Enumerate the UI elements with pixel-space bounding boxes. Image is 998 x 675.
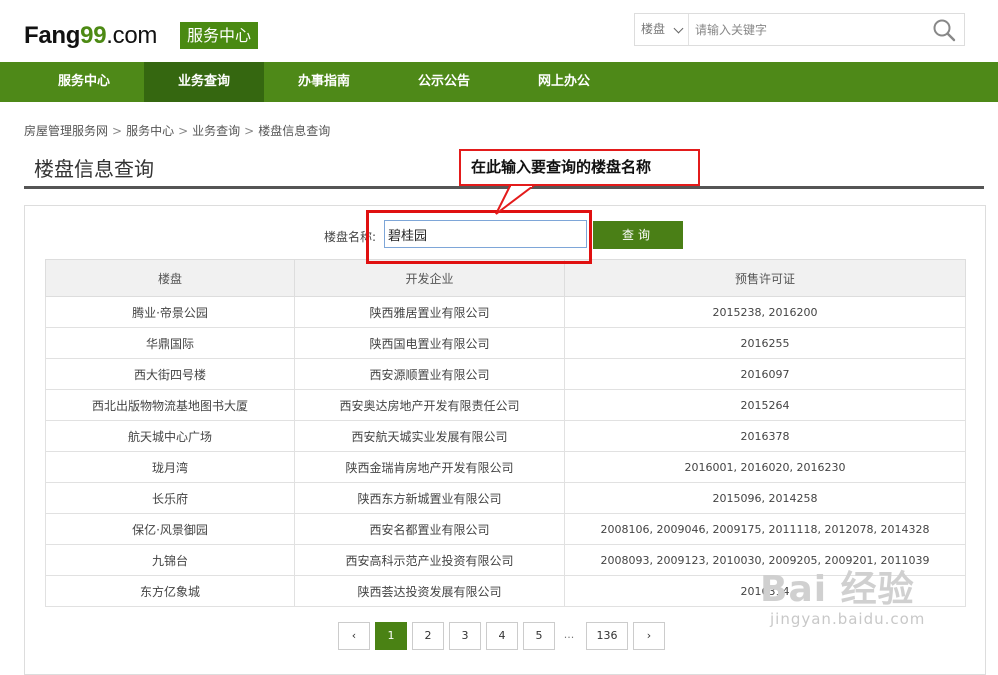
table-row: 西北出版物物流基地图书大厦 西安奥达房地产开发有限责任公司 2015264 bbox=[45, 389, 966, 421]
cell-developer: 西安源顺置业有限公司 bbox=[294, 358, 565, 390]
cell-property[interactable]: 长乐府 bbox=[45, 482, 295, 514]
cell-property[interactable]: 西大街四号楼 bbox=[45, 358, 295, 390]
nav-item-online-office[interactable]: 网上办公 bbox=[504, 62, 624, 102]
cell-license: 2016378 bbox=[564, 420, 966, 452]
cell-developer: 陕西金瑞肯房地产开发有限公司 bbox=[294, 451, 565, 483]
page-button-5[interactable]: 5 bbox=[523, 622, 555, 650]
cell-property[interactable]: 西北出版物物流基地图书大厦 bbox=[45, 389, 295, 421]
pagination-ellipsis: ... bbox=[558, 622, 580, 650]
nav-item-business-query[interactable]: 业务查询 bbox=[144, 62, 264, 102]
page-button-1[interactable]: 1 bbox=[375, 622, 407, 650]
cell-property[interactable]: 东方亿象城 bbox=[45, 575, 295, 607]
table-header-row: 楼盘 开发企业 预售许可证 bbox=[45, 259, 966, 297]
cell-license: 2016001, 2016020, 2016230 bbox=[564, 451, 966, 483]
table-row: 长乐府 陕西东方新城置业有限公司 2015096, 2014258 bbox=[45, 482, 966, 514]
table-row: 珑月湾 陕西金瑞肯房地产开发有限公司 2016001, 2016020, 20162… bbox=[45, 451, 966, 483]
cell-license: 2008106, 2009046, 2009175, 2011118, 2012… bbox=[564, 513, 966, 545]
next-page-button[interactable]: › bbox=[633, 622, 665, 650]
cell-license: 2016255 bbox=[564, 327, 966, 359]
page-button-4[interactable]: 4 bbox=[486, 622, 518, 650]
cell-license: 2015096, 2014258 bbox=[564, 482, 966, 514]
page-button-2[interactable]: 2 bbox=[412, 622, 444, 650]
nav-item-announcements[interactable]: 公示公告 bbox=[384, 62, 504, 102]
table-row: 腾业·帝景公园 陕西雅居置业有限公司 2015238, 2016200 bbox=[45, 296, 966, 328]
nav-item-service-center[interactable]: 服务中心 bbox=[24, 62, 144, 102]
cell-developer: 陕西雅居置业有限公司 bbox=[294, 296, 565, 328]
page-button-last[interactable]: 136 bbox=[586, 622, 628, 650]
page-button-3[interactable]: 3 bbox=[449, 622, 481, 650]
search-icon[interactable] bbox=[932, 18, 956, 42]
baidu-watermark: Bai 经验 jingyan.baidu.com bbox=[760, 560, 925, 628]
column-header-property: 楼盘 bbox=[45, 259, 295, 297]
input-highlight-box bbox=[366, 210, 592, 264]
cell-property[interactable]: 华鼎国际 bbox=[45, 327, 295, 359]
main-nav: 服务中心 业务查询 办事指南 公示公告 网上办公 bbox=[0, 62, 998, 102]
table-row: 保亿·风景御园 西安名都置业有限公司 2008106, 2009046, 20091… bbox=[45, 513, 966, 545]
cell-developer: 西安名都置业有限公司 bbox=[294, 513, 565, 545]
watermark-logo: Bai 经验 bbox=[760, 569, 915, 610]
search-category-label: 楼盘 bbox=[641, 22, 666, 36]
logo-number: 99 bbox=[80, 22, 107, 49]
nav-item-guide[interactable]: 办事指南 bbox=[264, 62, 384, 102]
cell-license: 2015264 bbox=[564, 389, 966, 421]
cell-developer: 陕西国电置业有限公司 bbox=[294, 327, 565, 359]
site-header: Fang99.com 服务中心 楼盘 bbox=[0, 0, 998, 62]
title-divider bbox=[24, 186, 984, 189]
cell-developer: 陕西东方新城置业有限公司 bbox=[294, 482, 565, 514]
cell-property[interactable]: 腾业·帝景公园 bbox=[45, 296, 295, 328]
breadcrumb-service-center[interactable]: 服务中心 bbox=[126, 124, 174, 138]
cell-license: 2015238, 2016200 bbox=[564, 296, 966, 328]
cell-developer: 陕西荟达投资发展有限公司 bbox=[294, 575, 565, 607]
logo-prefix: Fang bbox=[24, 22, 81, 49]
breadcrumb-separator: > bbox=[112, 124, 123, 138]
breadcrumb-business-query[interactable]: 业务查询 bbox=[192, 124, 240, 138]
cell-developer: 西安航天城实业发展有限公司 bbox=[294, 420, 565, 452]
breadcrumb-separator: > bbox=[178, 124, 189, 138]
header-search: 楼盘 bbox=[634, 13, 965, 46]
prev-page-button[interactable]: ‹ bbox=[338, 622, 370, 650]
page-title: 楼盘信息查询 bbox=[34, 157, 154, 181]
cell-property[interactable]: 航天城中心广场 bbox=[45, 420, 295, 452]
annotation-callout: 在此输入要查询的楼盘名称 bbox=[459, 149, 700, 186]
search-category-select[interactable]: 楼盘 bbox=[635, 14, 689, 45]
breadcrumb: 房屋管理服务网 > 服务中心 > 业务查询 > 楼盘信息查询 bbox=[24, 122, 330, 139]
cell-developer: 西安高科示范产业投资有限公司 bbox=[294, 544, 565, 576]
cell-property[interactable]: 九锦台 bbox=[45, 544, 295, 576]
service-center-badge: 服务中心 bbox=[180, 22, 259, 49]
logo-suffix: .com bbox=[106, 22, 158, 49]
cell-license: 2016097 bbox=[564, 358, 966, 390]
table-row: 西大街四号楼 西安源顺置业有限公司 2016097 bbox=[45, 358, 966, 390]
cell-developer: 西安奥达房地产开发有限责任公司 bbox=[294, 389, 565, 421]
query-button[interactable]: 查询 bbox=[593, 221, 683, 249]
breadcrumb-home[interactable]: 房屋管理服务网 bbox=[24, 124, 108, 138]
search-input[interactable] bbox=[693, 14, 923, 45]
chevron-down-icon bbox=[673, 23, 684, 34]
site-logo[interactable]: Fang99.com bbox=[24, 22, 157, 50]
cell-property[interactable]: 珑月湾 bbox=[45, 451, 295, 483]
watermark-url: jingyan.baidu.com bbox=[770, 610, 926, 628]
column-header-license: 预售许可证 bbox=[564, 259, 966, 297]
results-table: 楼盘 开发企业 预售许可证 腾业·帝景公园 陕西雅居置业有限公司 2015238, … bbox=[45, 259, 966, 607]
column-header-developer: 开发企业 bbox=[294, 259, 565, 297]
breadcrumb-current: 楼盘信息查询 bbox=[258, 124, 331, 138]
breadcrumb-separator: > bbox=[244, 124, 255, 138]
table-row: 华鼎国际 陕西国电置业有限公司 2016255 bbox=[45, 327, 966, 359]
cell-property[interactable]: 保亿·风景御园 bbox=[45, 513, 295, 545]
table-row: 航天城中心广场 西安航天城实业发展有限公司 2016378 bbox=[45, 420, 966, 452]
